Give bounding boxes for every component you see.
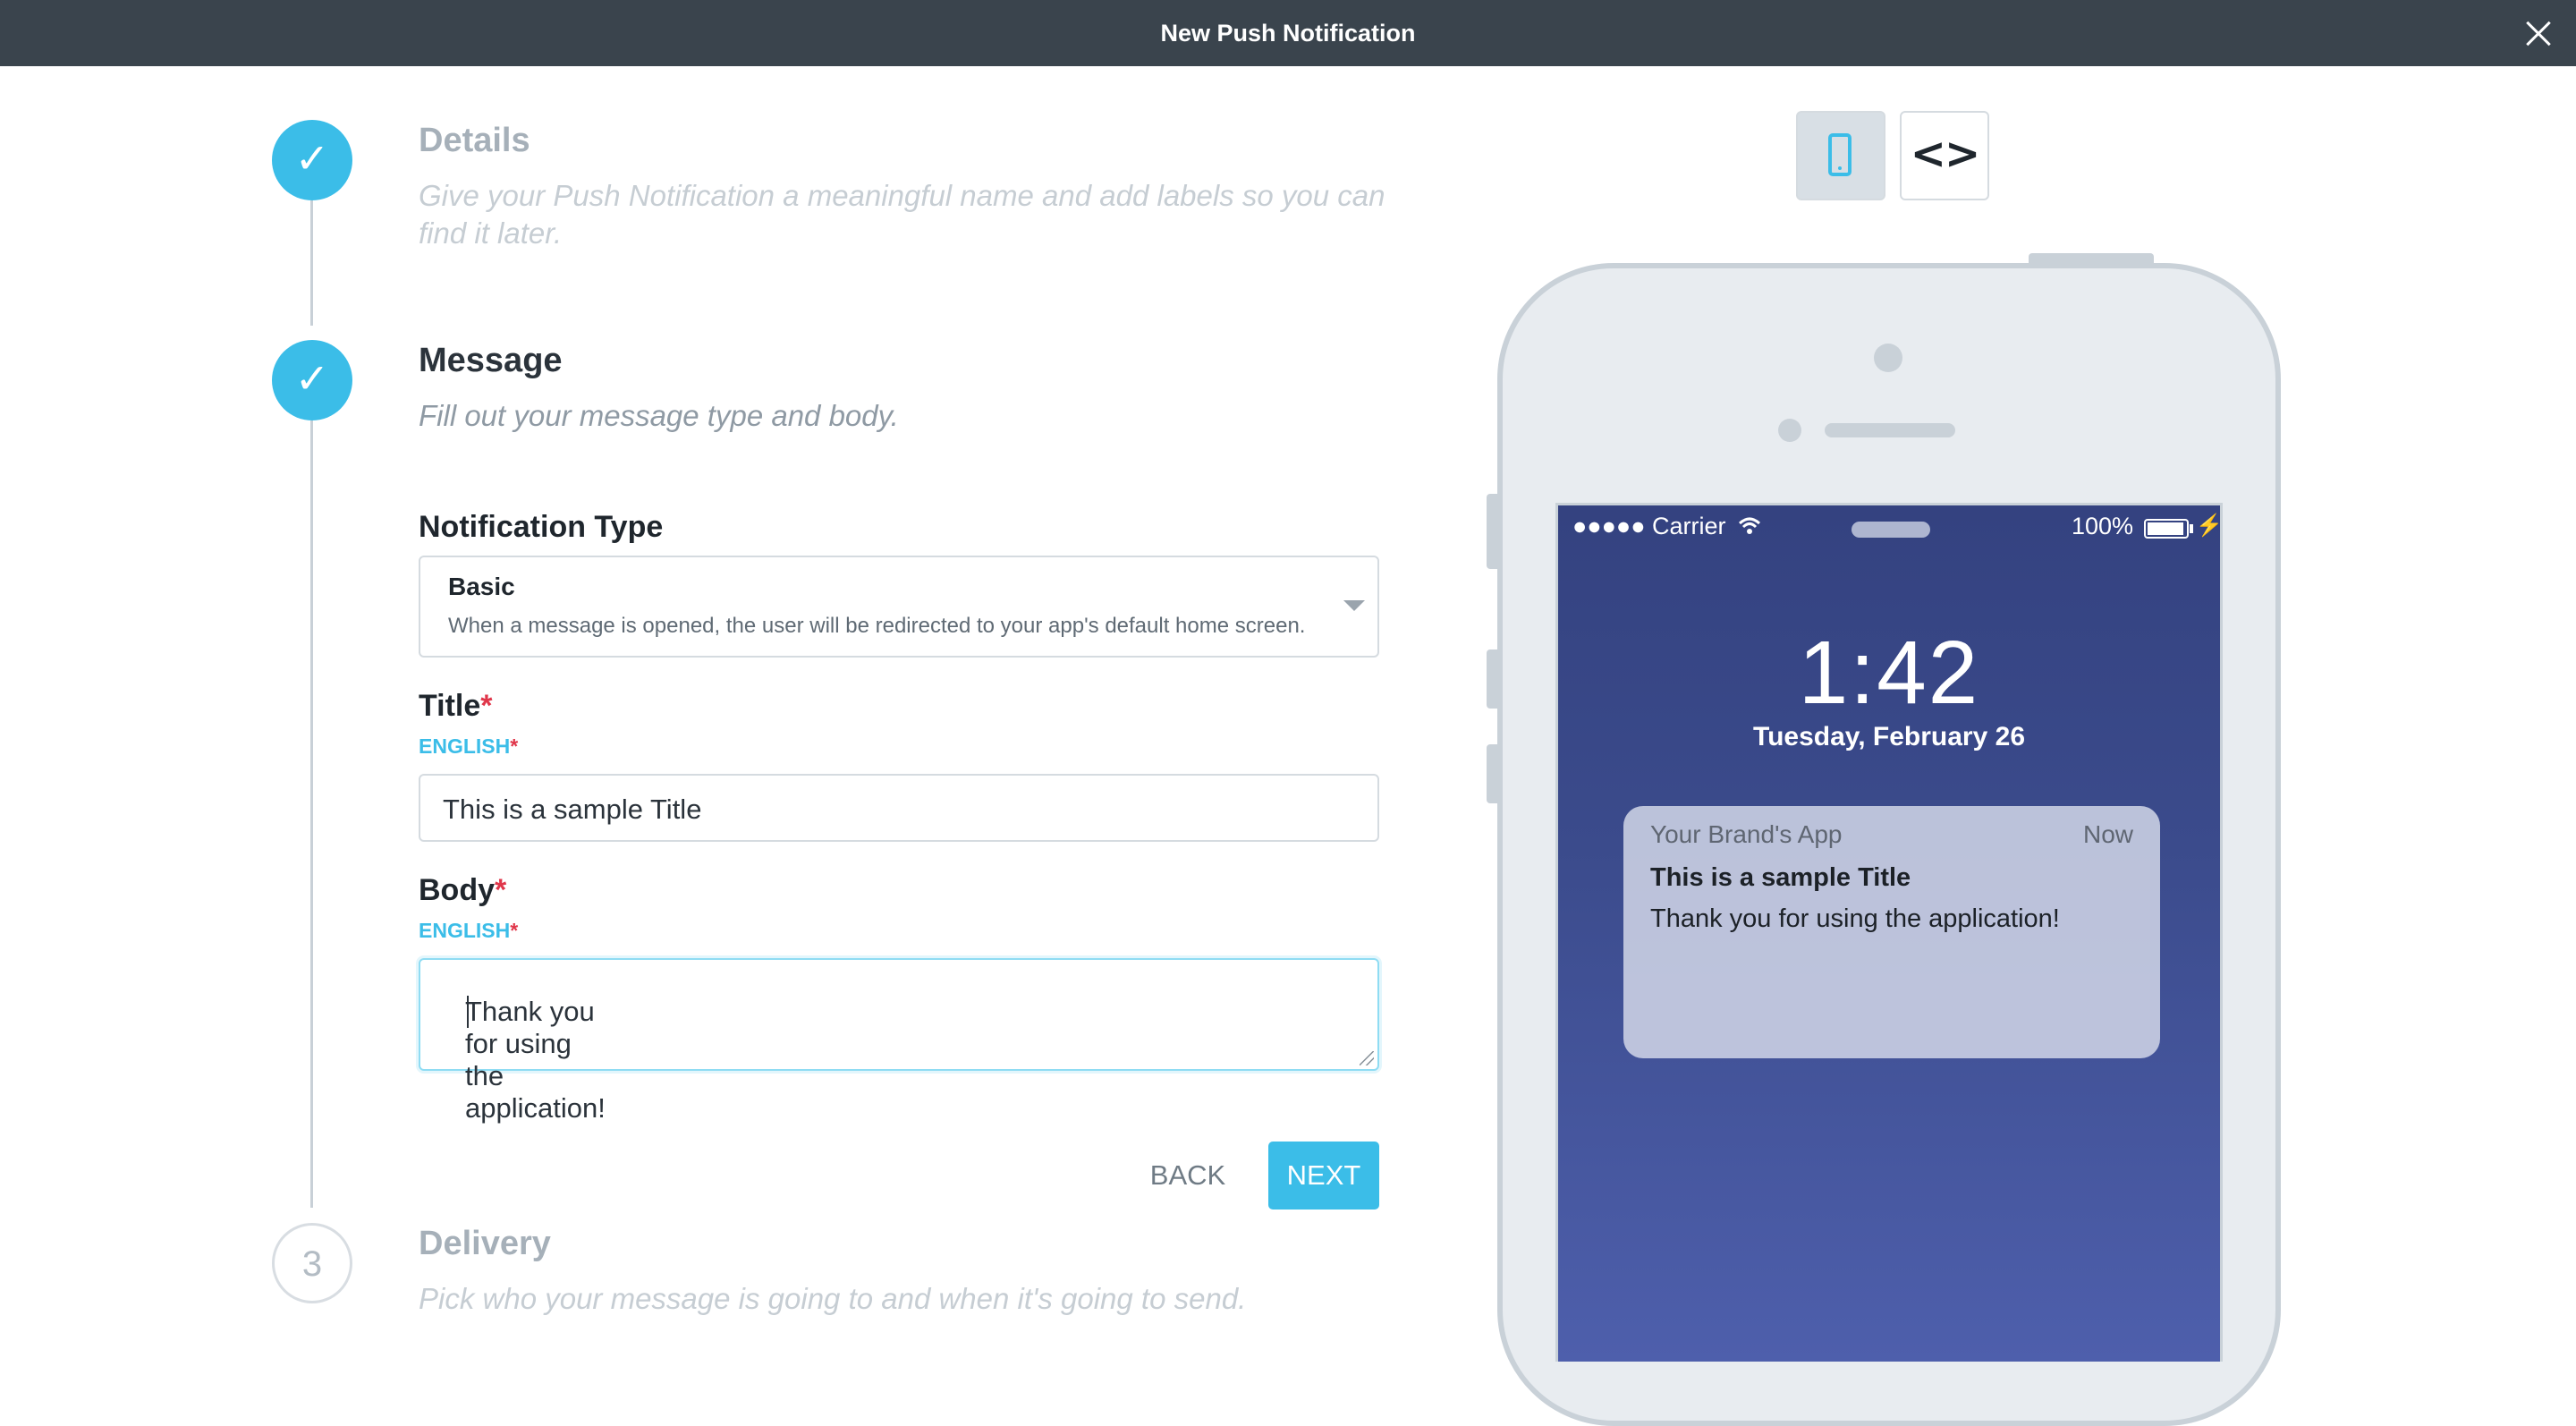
title-input-value: This is a sample Title	[443, 794, 702, 825]
body-label-text: Body	[419, 873, 495, 907]
text-cursor	[467, 996, 469, 1028]
required-mark: *	[480, 689, 493, 723]
body-language-label: ENGLISH*	[419, 919, 518, 943]
check-icon: ✓	[294, 135, 330, 182]
charging-icon: ⚡	[2196, 514, 2223, 538]
step-delivery-number: 3	[272, 1223, 352, 1303]
notification-body: Thank you for using the application!	[1650, 904, 2060, 933]
phone-mute-switch	[1487, 494, 1501, 569]
title-label: Title*	[419, 689, 493, 724]
body-language-text: ENGLISH	[419, 919, 511, 942]
code-icon: <>	[1910, 129, 1980, 179]
step-delivery-description: Pick who your message is going to and wh…	[419, 1282, 1247, 1315]
chevron-down-icon	[1343, 600, 1365, 611]
lock-screen: ●●●●● Carrier 100% ⚡ 1:42 Tuesday, Febru…	[1555, 503, 2223, 1362]
step-message-complete: ✓	[272, 340, 352, 420]
title-input[interactable]: This is a sample Title	[419, 774, 1379, 842]
resize-handle-icon[interactable]	[1360, 1051, 1374, 1065]
next-button[interactable]: NEXT	[1268, 1142, 1379, 1210]
step-details-description: Give your Push Notification a meaningful…	[419, 179, 1385, 250]
step-message-title: Message	[419, 342, 563, 379]
battery-icon	[2144, 519, 2189, 539]
mobile-preview-toggle[interactable]	[1796, 111, 1885, 200]
body-textarea[interactable]: Thank you for using the application!	[419, 958, 1379, 1124]
body-text: Thank you for using the application!	[465, 996, 606, 1124]
notification-type-select[interactable]: Basic When a message is opened, the user…	[419, 556, 1379, 658]
code-preview-toggle[interactable]: <>	[1900, 111, 1989, 200]
check-icon: ✓	[294, 355, 330, 402]
step-details-title[interactable]: Details	[419, 122, 530, 160]
step-delivery-title: Delivery	[419, 1225, 551, 1262]
required-mark: *	[510, 919, 519, 942]
required-mark: *	[510, 734, 519, 758]
battery-percentage: 100%	[2072, 513, 2134, 539]
lock-screen-date: Tuesday, February 26	[1752, 722, 2025, 751]
close-icon[interactable]	[2521, 16, 2556, 52]
step-number: 3	[301, 1244, 323, 1284]
notification-type-label: Notification Type	[419, 510, 664, 544]
stepper-connector	[310, 420, 313, 1208]
back-button[interactable]: BACK	[1135, 1142, 1241, 1210]
notification-preview: Your Brand's App Now This is a sample Ti…	[1623, 806, 2160, 1058]
phone-icon	[1828, 133, 1852, 176]
step-message-description: Fill out your message type and body.	[419, 399, 899, 432]
title-language-text: ENGLISH	[419, 734, 511, 758]
wifi-icon	[1738, 517, 1761, 534]
modal-title: New Push Notification	[1160, 20, 1416, 47]
phone-volume-up	[1487, 649, 1501, 709]
notification-time: Now	[2082, 820, 2133, 848]
phone-camera	[1874, 344, 1902, 372]
notification-app-name: Your Brand's App	[1650, 820, 1843, 848]
title-bar: New Push Notification	[0, 0, 2576, 66]
notification-title: This is a sample Title	[1650, 863, 1911, 892]
phone-sensor	[1778, 419, 1801, 442]
stepper-connector	[310, 200, 313, 326]
title-language-label: ENGLISH*	[419, 734, 518, 759]
phone-volume-down	[1487, 744, 1501, 803]
step-details-complete: ✓	[272, 120, 352, 200]
phone-speaker	[1825, 423, 1955, 437]
notification-type-help: When a message is opened, the user will …	[448, 614, 1306, 638]
notification-type-value: Basic	[448, 573, 515, 600]
body-label: Body*	[419, 873, 506, 908]
title-label-text: Title	[419, 689, 481, 723]
lock-screen-time: 1:42	[1798, 623, 1980, 723]
battery-tip	[2190, 524, 2193, 533]
carrier-signal: ●●●●● Carrier	[1572, 513, 1726, 539]
required-mark: *	[495, 873, 507, 907]
status-pill	[1852, 522, 1930, 538]
